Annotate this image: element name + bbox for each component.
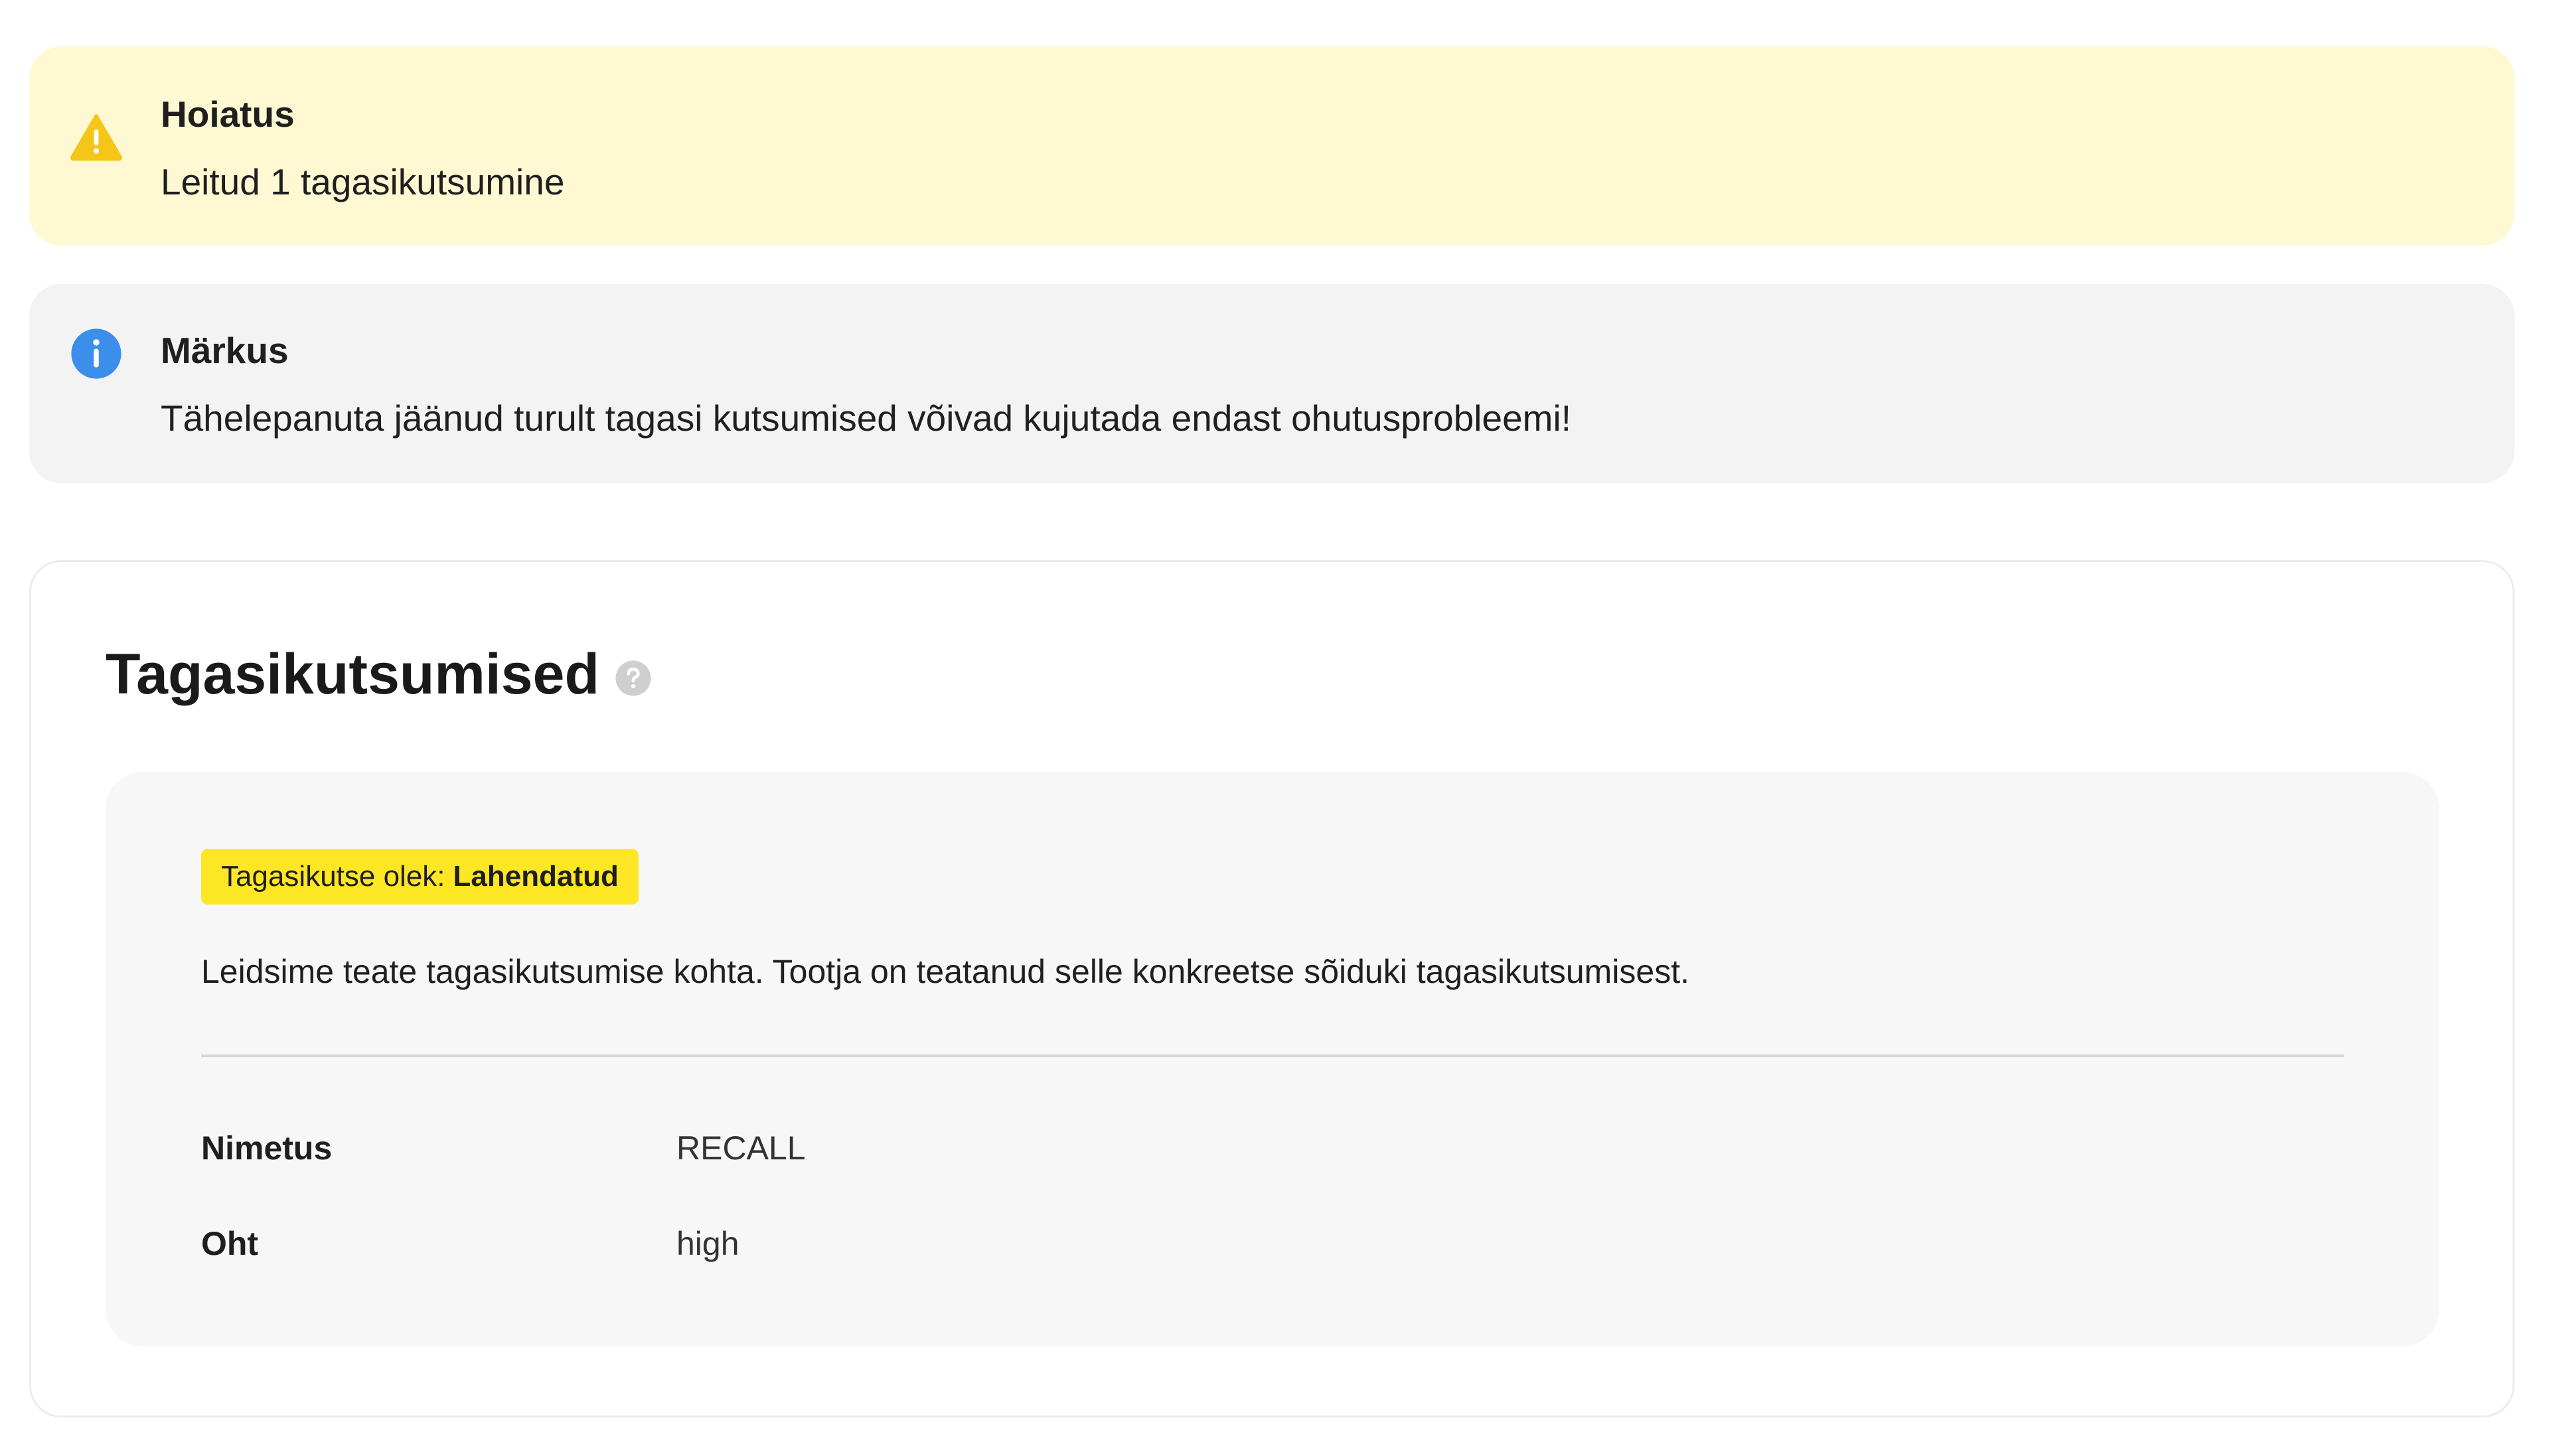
help-icon[interactable] bbox=[614, 659, 653, 697]
detail-value: high bbox=[676, 1225, 739, 1262]
info-icon bbox=[71, 328, 121, 379]
info-alert: Märkus Tähelepanuta jäänud turult tagasi… bbox=[29, 284, 2514, 483]
detail-row: Oht high bbox=[201, 1224, 2344, 1271]
recalls-card: Tagasikutsumised Tagasikutse olek: Lahen… bbox=[29, 560, 2514, 1418]
status-badge: Tagasikutse olek: Lahendatud bbox=[201, 849, 639, 905]
detail-label: Oht bbox=[201, 1225, 259, 1262]
status-badge-value: Lahendatud bbox=[453, 860, 619, 893]
divider bbox=[201, 1055, 2344, 1057]
info-alert-text: Tähelepanuta jäänud turult tagasi kutsum… bbox=[161, 398, 1571, 439]
recall-description: Leidsime teate tagasikutsumise kohta. To… bbox=[201, 953, 1690, 990]
warning-alert-title: Hoiatus bbox=[161, 94, 295, 135]
status-badge-label: Tagasikutse olek: bbox=[221, 860, 445, 893]
detail-row: Nimetus RECALL bbox=[201, 1129, 2344, 1175]
recalls-title: Tagasikutsumised bbox=[106, 642, 599, 706]
detail-label: Nimetus bbox=[201, 1129, 333, 1167]
recalls-header: Tagasikutsumised bbox=[106, 642, 653, 707]
warning-icon bbox=[70, 113, 122, 161]
warning-alert: Hoiatus Leitud 1 tagasikutsumine bbox=[29, 46, 2514, 246]
info-alert-title: Märkus bbox=[161, 330, 289, 371]
recall-item: Tagasikutse olek: Lahendatud Leidsime te… bbox=[106, 772, 2439, 1347]
warning-alert-text: Leitud 1 tagasikutsumine bbox=[161, 161, 565, 202]
detail-value: RECALL bbox=[676, 1129, 806, 1167]
